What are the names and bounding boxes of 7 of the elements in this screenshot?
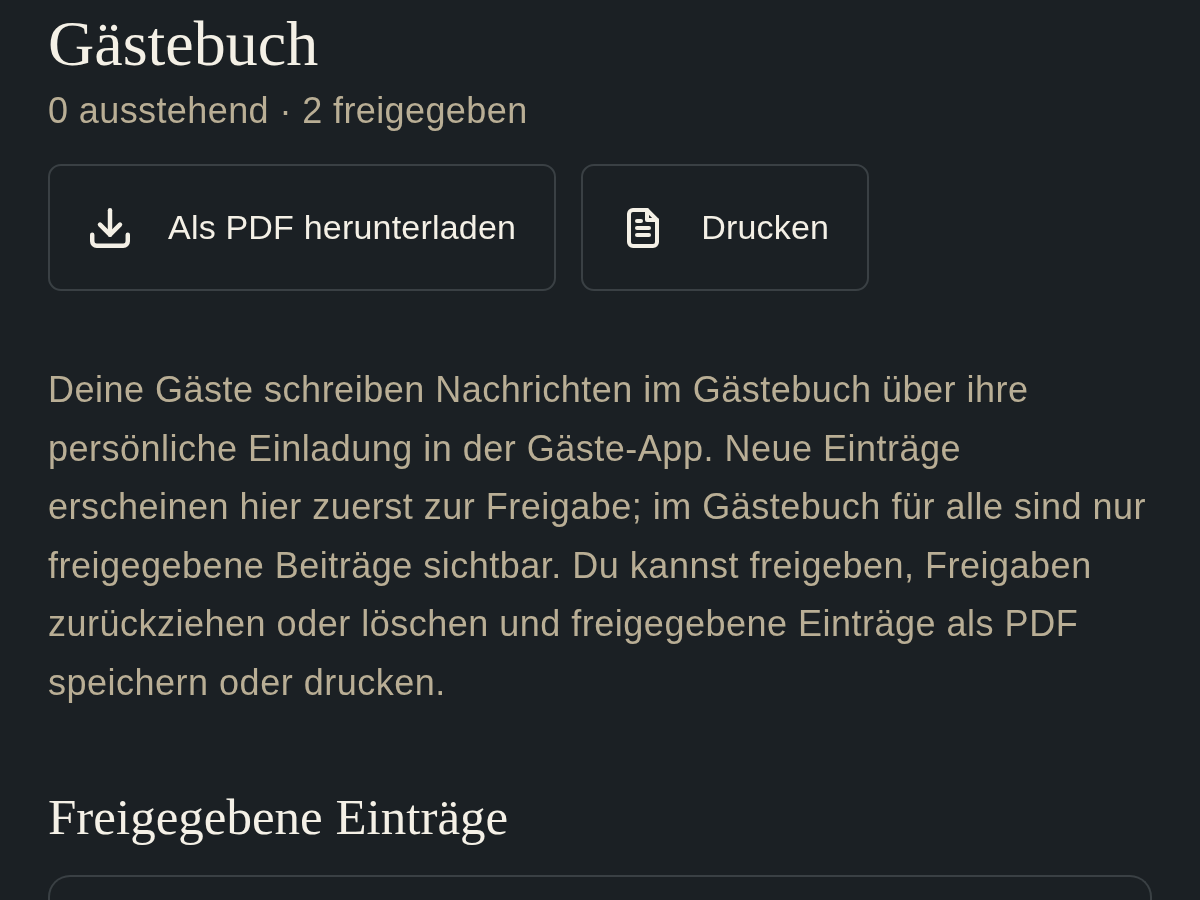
download-pdf-button[interactable]: Als PDF herunterladen [48, 164, 557, 291]
entry-summary: 0 ausstehend · 2 freigegeben [48, 89, 528, 133]
section-heading: Freigegebene Einträge [48, 789, 509, 845]
print-button[interactable]: Drucken [581, 164, 870, 291]
page-title: Gästebuch [48, 8, 319, 80]
download-icon [90, 207, 130, 248]
description-text: Deine Gäste schreiben Nachrichten im Gästebuch über ihre persönliche Einladung in der Gäste-App. Neue Einträge erscheinen hier zuerst zur Freigabe; im Gästebuch für alle sind nur freigegebene Beiträge sichtbar. Du kannst freigeben, Freigaben zurückziehen oder löschen und freigegebene Einträge als PDF speichern oder drucken. [48, 368, 1147, 705]
